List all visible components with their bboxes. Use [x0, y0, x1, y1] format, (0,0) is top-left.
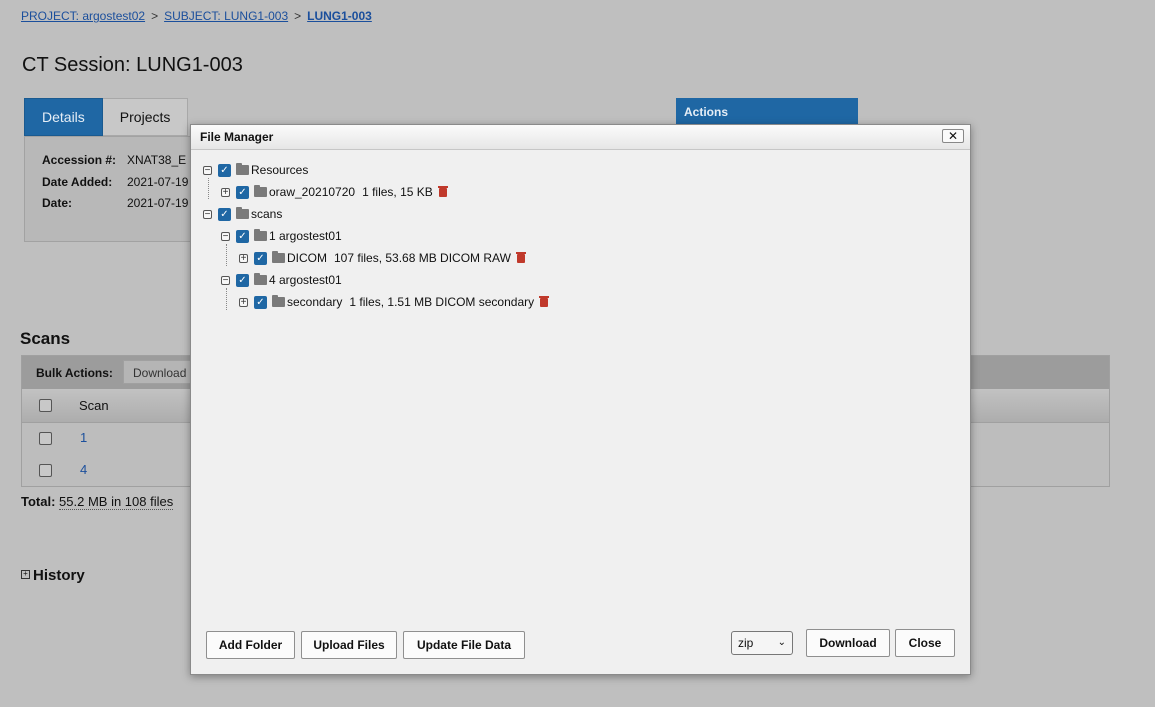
scans-heading: Scans — [20, 329, 71, 348]
folder-icon — [254, 229, 267, 241]
date-value: 2021-07-19 — [127, 196, 189, 210]
total-label: Total: — [21, 494, 56, 509]
date-label: Date: — [42, 196, 73, 210]
accession-label: Accession #: — [42, 153, 117, 167]
trash-icon[interactable] — [515, 251, 526, 263]
collapse-icon[interactable]: − — [203, 209, 212, 219]
actions-panel-header: Actions — [676, 98, 858, 126]
folder-icon — [236, 207, 249, 219]
expand-icon[interactable]: + — [239, 297, 248, 307]
checkbox-checked[interactable]: ✓ — [254, 251, 267, 265]
checkbox-checked[interactable]: ✓ — [236, 229, 249, 243]
tree-node-resources[interactable]: − ✓ Resources — [203, 161, 308, 179]
update-file-data-button[interactable]: Update File Data — [403, 631, 525, 659]
session-tabs: Details Projects — [24, 98, 189, 136]
close-button[interactable]: Close — [895, 629, 955, 657]
row-checkbox[interactable] — [39, 432, 52, 445]
tree-label: 4 argostest01 — [269, 273, 342, 287]
download-button[interactable]: Download — [806, 629, 890, 657]
date-added-value: 2021-07-19 — [127, 175, 189, 189]
scan-link-4[interactable]: 4 — [80, 462, 87, 477]
breadcrumb: PROJECT: argostest02 > SUBJECT: LUNG1-003 >… — [21, 9, 372, 23]
checkbox-checked[interactable]: ✓ — [218, 163, 231, 177]
breadcrumb-subject-link[interactable]: SUBJECT: LUNG1-003 — [164, 9, 288, 23]
folder-icon — [272, 251, 285, 263]
tree-connector — [226, 244, 227, 266]
tree-node-secondary[interactable]: + ✓ secondary 1 files, 1.51 MB DICOM sec… — [239, 293, 550, 311]
tree-connector — [208, 178, 209, 199]
breadcrumb-current-link[interactable]: LUNG1-003 — [307, 9, 372, 23]
dialog-header: File Manager ✕ — [191, 125, 970, 150]
upload-files-button[interactable]: Upload Files — [301, 631, 397, 659]
tree-info: 107 files, 53.68 MB DICOM RAW — [334, 251, 511, 265]
tree-info: 1 files, 15 KB — [362, 185, 433, 199]
tree-label: 1 argostest01 — [269, 229, 342, 243]
collapse-icon[interactable]: − — [221, 275, 230, 285]
tree-label: oraw_20210720 — [269, 185, 356, 199]
total-value: 55.2 MB in 108 files — [59, 494, 174, 510]
checkbox-checked[interactable]: ✓ — [254, 295, 267, 309]
tree-node-scans[interactable]: − ✓ scans — [203, 205, 282, 223]
tree-label: scans — [251, 207, 283, 221]
file-manager-dialog: File Manager ✕ − ✓ Resources + ✓ oraw_20… — [190, 124, 971, 675]
checkbox-checked[interactable]: ✓ — [218, 207, 231, 221]
details-panel: Accession #: XNAT38_E Date Added: 2021-0… — [24, 136, 194, 242]
folder-icon — [236, 163, 249, 175]
folder-icon — [254, 185, 267, 197]
checkbox-checked[interactable]: ✓ — [236, 273, 249, 287]
expand-icon[interactable]: + — [221, 187, 230, 197]
folder-icon — [254, 273, 267, 285]
trash-icon[interactable] — [539, 295, 550, 307]
breadcrumb-separator: > — [294, 9, 302, 23]
tree-node-dicom[interactable]: + ✓ DICOM 107 files, 53.68 MB DICOM RAW — [239, 249, 526, 267]
tree-node-scan-4[interactable]: − ✓ 4 argostest01 — [221, 271, 342, 289]
page-title: CT Session: LUNG1-003 — [22, 54, 243, 76]
dialog-title: File Manager — [200, 130, 274, 144]
close-icon[interactable]: ✕ — [942, 129, 964, 143]
add-folder-button[interactable]: Add Folder — [206, 631, 295, 659]
tree-label: DICOM — [287, 251, 327, 265]
tree-node-scan-1[interactable]: − ✓ 1 argostest01 — [221, 227, 342, 245]
breadcrumb-project-link[interactable]: PROJECT: argostest02 — [21, 9, 145, 23]
tree-node-oraw[interactable]: + ✓ oraw_20210720 1 files, 15 KB — [221, 183, 448, 201]
accession-value: XNAT38_E — [127, 153, 187, 167]
tree-connector — [226, 288, 227, 310]
format-select-value: zip — [738, 636, 754, 650]
tree-label: Resources — [251, 163, 309, 177]
scans-total: Total: 55.2 MB in 108 files — [21, 494, 174, 510]
row-checkbox[interactable] — [39, 464, 52, 477]
collapse-icon[interactable]: − — [203, 165, 212, 175]
select-all-checkbox[interactable] — [39, 399, 52, 412]
format-select[interactable]: zip ⌄ — [731, 631, 793, 655]
scan-link-1[interactable]: 1 — [80, 430, 87, 445]
checkbox-checked[interactable]: ✓ — [236, 185, 249, 199]
column-header-scan: Scan — [79, 398, 109, 413]
tree-label: secondary — [287, 295, 343, 309]
bulk-actions-label: Bulk Actions: — [36, 366, 113, 380]
date-added-label: Date Added: — [42, 175, 113, 189]
expand-icon: + — [21, 569, 30, 579]
tree-info: 1 files, 1.51 MB DICOM secondary — [349, 295, 535, 309]
folder-icon — [272, 295, 285, 307]
history-label: History — [33, 567, 85, 584]
tab-projects[interactable]: Projects — [102, 98, 189, 136]
collapse-icon[interactable]: − — [221, 231, 230, 241]
tab-details[interactable]: Details — [24, 98, 103, 136]
chevron-down-icon: ⌄ — [777, 637, 786, 648]
history-toggle[interactable]: + History — [21, 567, 85, 584]
trash-icon[interactable] — [437, 185, 448, 197]
breadcrumb-separator: > — [151, 9, 159, 23]
expand-icon[interactable]: + — [239, 253, 248, 263]
